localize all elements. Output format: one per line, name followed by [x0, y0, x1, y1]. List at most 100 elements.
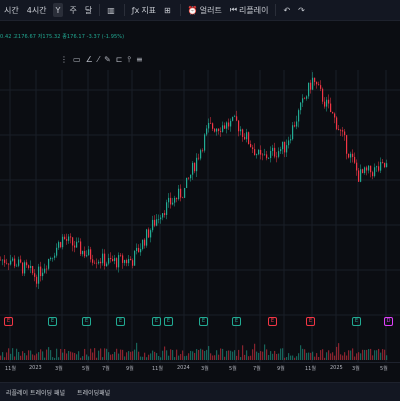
event-marker[interactable]: E: [232, 317, 241, 326]
candle: [304, 98, 306, 99]
undo-button[interactable]: ↶: [279, 0, 294, 20]
chart-type-button[interactable]: ▥: [103, 0, 121, 20]
volume-bar: [272, 353, 274, 360]
volume-bar: [376, 350, 378, 360]
indicators-button[interactable]: ƒx 지표: [128, 0, 160, 20]
event-marker[interactable]: E: [199, 317, 208, 326]
volume-bar: [250, 355, 252, 360]
volume-bar: [202, 349, 204, 360]
candle: [12, 258, 14, 261]
indicators-icon: ƒx: [131, 5, 140, 15]
volume-bar: [358, 352, 360, 360]
candle: [342, 130, 344, 132]
candle: [110, 258, 112, 259]
volume-bar: [216, 350, 218, 360]
candle: [166, 202, 168, 215]
candle: [190, 174, 192, 179]
volume-bar: [176, 349, 178, 360]
volume-bar: [340, 354, 342, 360]
text-icon[interactable]: ≡: [136, 55, 143, 65]
candle: [32, 265, 34, 274]
candle: [370, 165, 372, 173]
redo-button[interactable]: ↷: [294, 0, 309, 20]
volume-bar: [38, 352, 40, 360]
volume-bar: [36, 353, 38, 360]
fib-icon[interactable]: ⊏: [116, 55, 123, 65]
event-marker[interactable]: E: [116, 317, 125, 326]
candle: [40, 266, 42, 277]
volume-bar: [306, 352, 308, 360]
candle: [54, 255, 56, 258]
volume-bar: [212, 355, 214, 360]
volume-bar: [308, 352, 310, 360]
event-marker[interactable]: E: [164, 317, 173, 326]
candle: [240, 129, 242, 132]
time-tick-label: 5월: [380, 366, 388, 372]
interval-4h[interactable]: 4시간: [23, 0, 51, 20]
volume-bar: [44, 357, 46, 360]
candle: [264, 154, 266, 156]
volume-bar: [16, 348, 18, 360]
volume-bar: [338, 343, 340, 360]
interval-day[interactable]: Y: [52, 3, 64, 17]
candle: [360, 169, 362, 182]
volume-bar: [2, 352, 4, 360]
event-marker[interactable]: D: [384, 317, 393, 326]
path-icon[interactable]: ⁄: [98, 55, 99, 65]
volume-bar: [328, 350, 330, 360]
tab-trading-panel[interactable]: 트레이딩패널: [71, 388, 116, 397]
interval-minute[interactable]: 시간: [0, 0, 23, 20]
volume-bar: [198, 350, 200, 360]
volume-bar: [324, 357, 326, 360]
candle: [186, 177, 188, 188]
pitchfork-icon[interactable]: ⫯: [127, 55, 130, 65]
volume-bar: [160, 357, 162, 360]
volume-bar: [100, 348, 102, 360]
time-tick-label: 5월: [82, 366, 90, 372]
volume-bar: [234, 350, 236, 360]
event-marker[interactable]: E: [268, 317, 277, 326]
replay-button[interactable]: ⏮ 리플레이: [226, 0, 273, 20]
tab-replay-trading[interactable]: 리플레이 트레이딩 패널: [0, 388, 71, 397]
volume-bar: [346, 355, 348, 360]
layouts-button[interactable]: ⊞: [160, 0, 177, 20]
candle: [88, 249, 90, 256]
candle: [124, 260, 126, 263]
candle: [80, 241, 82, 255]
drag-handle-icon[interactable]: ⋮: [60, 55, 68, 65]
brush-icon[interactable]: ✎: [104, 55, 111, 65]
volume-bar: [48, 347, 50, 360]
volume-bar: [164, 346, 166, 360]
candle: [108, 258, 110, 264]
event-marker[interactable]: E: [4, 317, 13, 326]
candle: [188, 177, 190, 179]
candles-icon: ▥: [107, 5, 115, 15]
time-tick-label: 5월: [229, 366, 237, 372]
interval-month[interactable]: 달: [81, 0, 96, 20]
rectangle-icon[interactable]: ▭: [73, 55, 81, 65]
alert-button[interactable]: ⏰ 얼러트: [184, 0, 226, 20]
volume-bar: [20, 355, 22, 360]
event-marker[interactable]: E: [306, 317, 315, 326]
volume-bar: [138, 351, 140, 360]
candle: [364, 167, 366, 174]
event-marker[interactable]: E: [82, 317, 91, 326]
candle: [284, 141, 286, 153]
volume-bar: [330, 353, 332, 360]
time-axis[interactable]: 11월 2023 3월 5월 7월 9월 11월 2024 3월 5월 7월 9월 11월 2025 3월 5…: [0, 362, 400, 375]
volume-bar: [132, 351, 134, 360]
interval-week[interactable]: 주: [65, 0, 80, 20]
volume-bar: [274, 350, 276, 360]
volume-bar: [92, 352, 94, 360]
candle: [26, 262, 28, 266]
event-marker[interactable]: E: [152, 317, 161, 326]
event-marker[interactable]: E: [352, 317, 361, 326]
volume-bar: [384, 349, 386, 360]
candle: [14, 258, 16, 267]
ohlc-readout: 0.42 고176.67 저175.32 종176.17 -3.37 (-1.9…: [0, 34, 125, 40]
line-icon[interactable]: ∠: [86, 55, 93, 65]
candle: [172, 202, 174, 205]
event-marker[interactable]: E: [48, 317, 57, 326]
time-tick-label: 9월: [277, 366, 285, 372]
volume-bar: [302, 348, 304, 360]
